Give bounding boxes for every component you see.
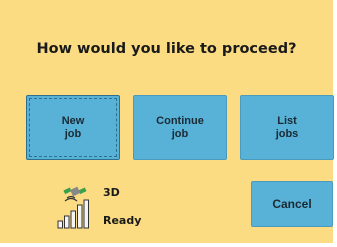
list-jobs-button[interactable]: List jobs: [240, 95, 334, 160]
satellite-icon: [63, 186, 87, 202]
satellite-signal-icon: [57, 186, 89, 229]
new-job-button[interactable]: New job: [26, 95, 120, 160]
continue-job-button[interactable]: Continue job: [133, 95, 227, 160]
status-mode: 3D: [103, 186, 120, 199]
signal-bars-icon: [57, 199, 89, 229]
cancel-button[interactable]: Cancel: [251, 181, 333, 227]
status-state: Ready: [103, 214, 142, 227]
dialog-question: How would you like to proceed?: [36, 41, 297, 57]
dialog-panel: How would you like to proceed? New job C…: [0, 0, 334, 243]
